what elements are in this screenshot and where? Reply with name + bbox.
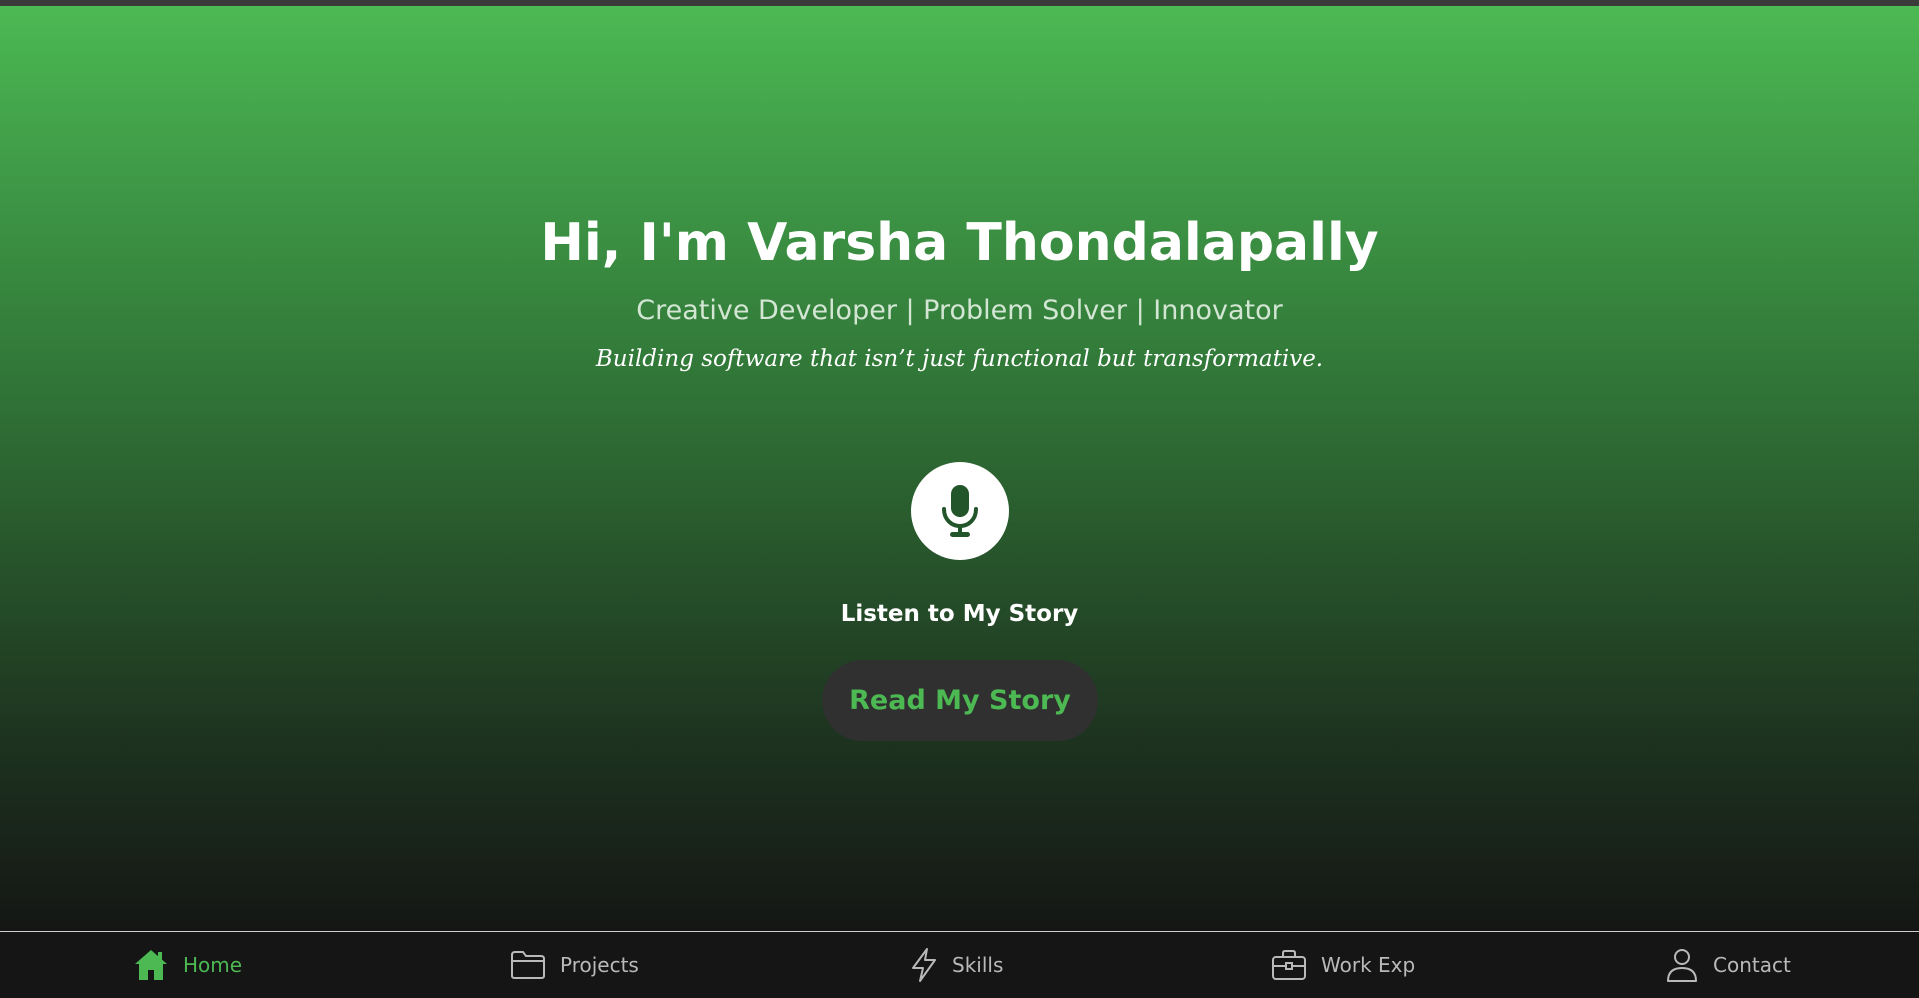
nav-item-projects[interactable]: Projects [510,932,639,998]
hero-title: Hi, I'm Varsha Thondalapally [540,213,1379,273]
microphone-icon [942,485,978,537]
nav-item-label: Skills [952,953,1004,977]
home-icon [135,950,167,980]
nav-item-label: Home [183,953,243,977]
nav-item-home[interactable]: Home [133,932,242,998]
hero-subtitle: Creative Developer | Problem Solver | In… [636,295,1283,326]
listen-story-button[interactable] [911,462,1009,560]
bottom-navigation: Home Projects Skills Work Exp Contact [0,931,1919,998]
folder-icon [511,951,545,979]
lightning-icon [912,948,936,982]
nav-item-contact[interactable]: Contact [1665,932,1791,998]
nav-item-work-exp[interactable]: Work Exp [1271,932,1415,998]
listen-label: Listen to My Story [840,601,1079,627]
hero-section: Hi, I'm Varsha Thondalapally Creative De… [0,6,1919,931]
nav-item-label: Contact [1713,953,1791,977]
nav-item-label: Projects [560,953,639,977]
hero-tagline: Building software that isn’t just functi… [595,346,1324,372]
user-icon [1667,949,1697,982]
nav-item-label: Work Exp [1321,953,1416,977]
nav-item-skills[interactable]: Skills [910,932,1003,998]
briefcase-icon [1272,950,1306,980]
read-my-story-button[interactable]: Read My Story [822,660,1098,741]
